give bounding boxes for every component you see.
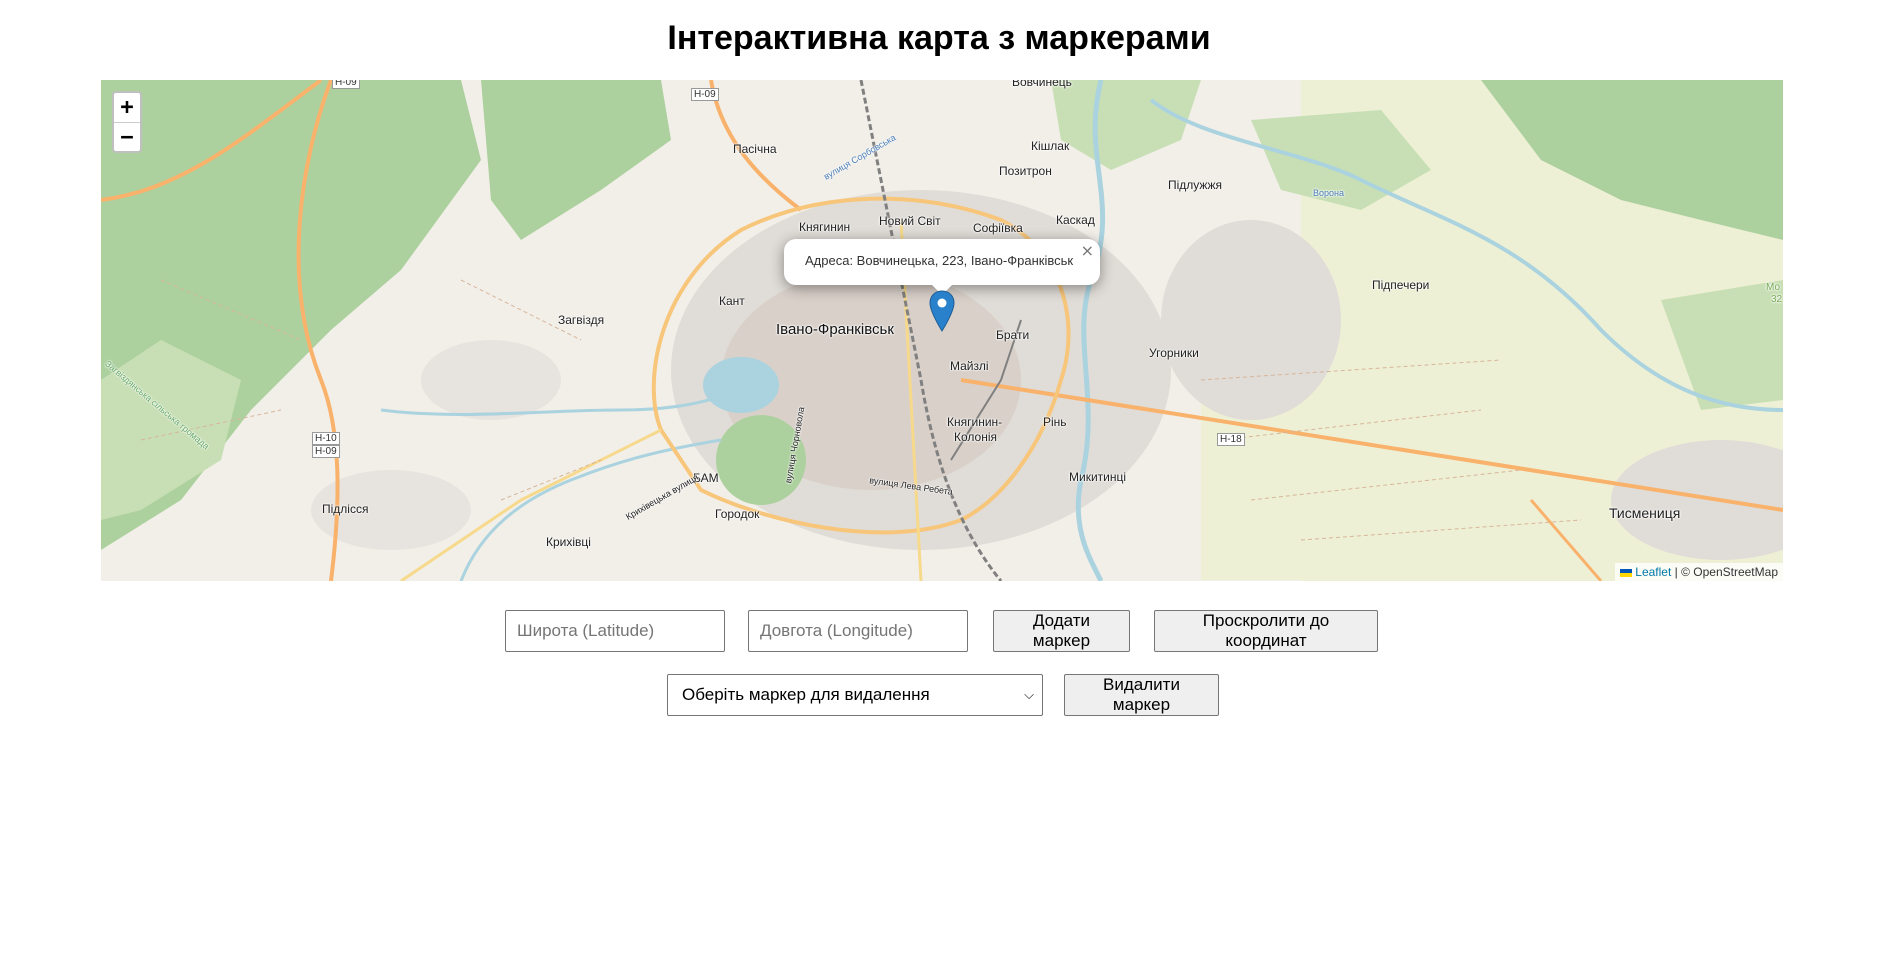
chevron-down-icon: ⌵ (1024, 687, 1034, 702)
place-label: Кант (719, 294, 745, 308)
place-label: Вовчинець (1012, 80, 1072, 89)
place-label: Брати (996, 328, 1030, 342)
place-label: Каскад (1056, 213, 1095, 227)
place-label: 32 (1771, 294, 1783, 305)
latitude-input[interactable] (505, 610, 725, 652)
zoom-control: + − (112, 91, 142, 153)
place-label: Крихівці (546, 535, 591, 549)
delete-marker-button[interactable]: Видалити маркер (1064, 674, 1219, 716)
zoom-in-button[interactable]: + (114, 93, 140, 123)
place-label: Підпечери (1372, 278, 1430, 292)
ukraine-flag-icon (1620, 568, 1633, 577)
place-label: Княгинин- (947, 415, 1003, 429)
map-marker-icon[interactable] (929, 290, 955, 332)
place-label: Загвіздя (558, 313, 605, 327)
place-label: Княгинин (799, 220, 851, 234)
place-label: Кішлак (1031, 139, 1070, 153)
page-title: Інтерактивна карта з маркерами (667, 19, 1211, 57)
popup-text: Адреса: Вовчинецька, 223, Івано-Франківс… (805, 253, 1074, 268)
place-label: Підлужжя (1168, 178, 1222, 192)
road-label: Н-09 (312, 445, 340, 458)
zoom-out-button[interactable]: − (114, 123, 140, 151)
place-label: Колонія (954, 430, 998, 444)
map-attribution: Leaflet | © OpenStreetMap (1615, 563, 1783, 581)
place-label: Рінь (1043, 415, 1067, 429)
attribution-text: | © OpenStreetMap (1671, 565, 1778, 579)
longitude-input[interactable] (748, 610, 968, 652)
river-label: Ворона (1313, 188, 1344, 198)
road-label: Н-09 (332, 80, 360, 89)
road-label: Н-10 (312, 432, 340, 445)
place-label: Софіївка (973, 221, 1023, 235)
place-label: Микитинці (1069, 470, 1127, 484)
marker-select[interactable]: Оберіть маркер для видалення ⌵ (667, 674, 1043, 716)
place-label: Тисмениця (1609, 505, 1681, 521)
place-label: Майзлі (950, 359, 989, 373)
map[interactable]: Вовчинець Н-09 Н-09 Пасічна Кішлак Позит… (101, 80, 1783, 581)
place-label: Пасічна (733, 142, 777, 156)
road-label: Н-18 (1217, 433, 1245, 446)
marker-select-value: Оберіть маркер для видалення (682, 685, 930, 704)
scroll-to-coordinates-button[interactable]: Проскролити до координат (1154, 610, 1378, 652)
place-label: Підлісся (322, 502, 369, 516)
road-label: Н-09 (691, 88, 719, 101)
place-label: Новий Світ (879, 214, 941, 228)
place-label: Позитрон (999, 164, 1052, 178)
marker-popup: Адреса: Вовчинецька, 223, Івано-Франківс… (784, 239, 1100, 295)
place-label: Мо (1766, 282, 1781, 293)
place-label-city: Івано-Франківськ (776, 321, 894, 338)
place-label: Угорники (1149, 346, 1199, 360)
popup-close-icon[interactable]: × (1081, 241, 1094, 260)
leaflet-link[interactable]: Leaflet (1635, 565, 1671, 579)
place-label: Городок (715, 507, 760, 521)
add-marker-button[interactable]: Додати маркер (993, 610, 1130, 652)
